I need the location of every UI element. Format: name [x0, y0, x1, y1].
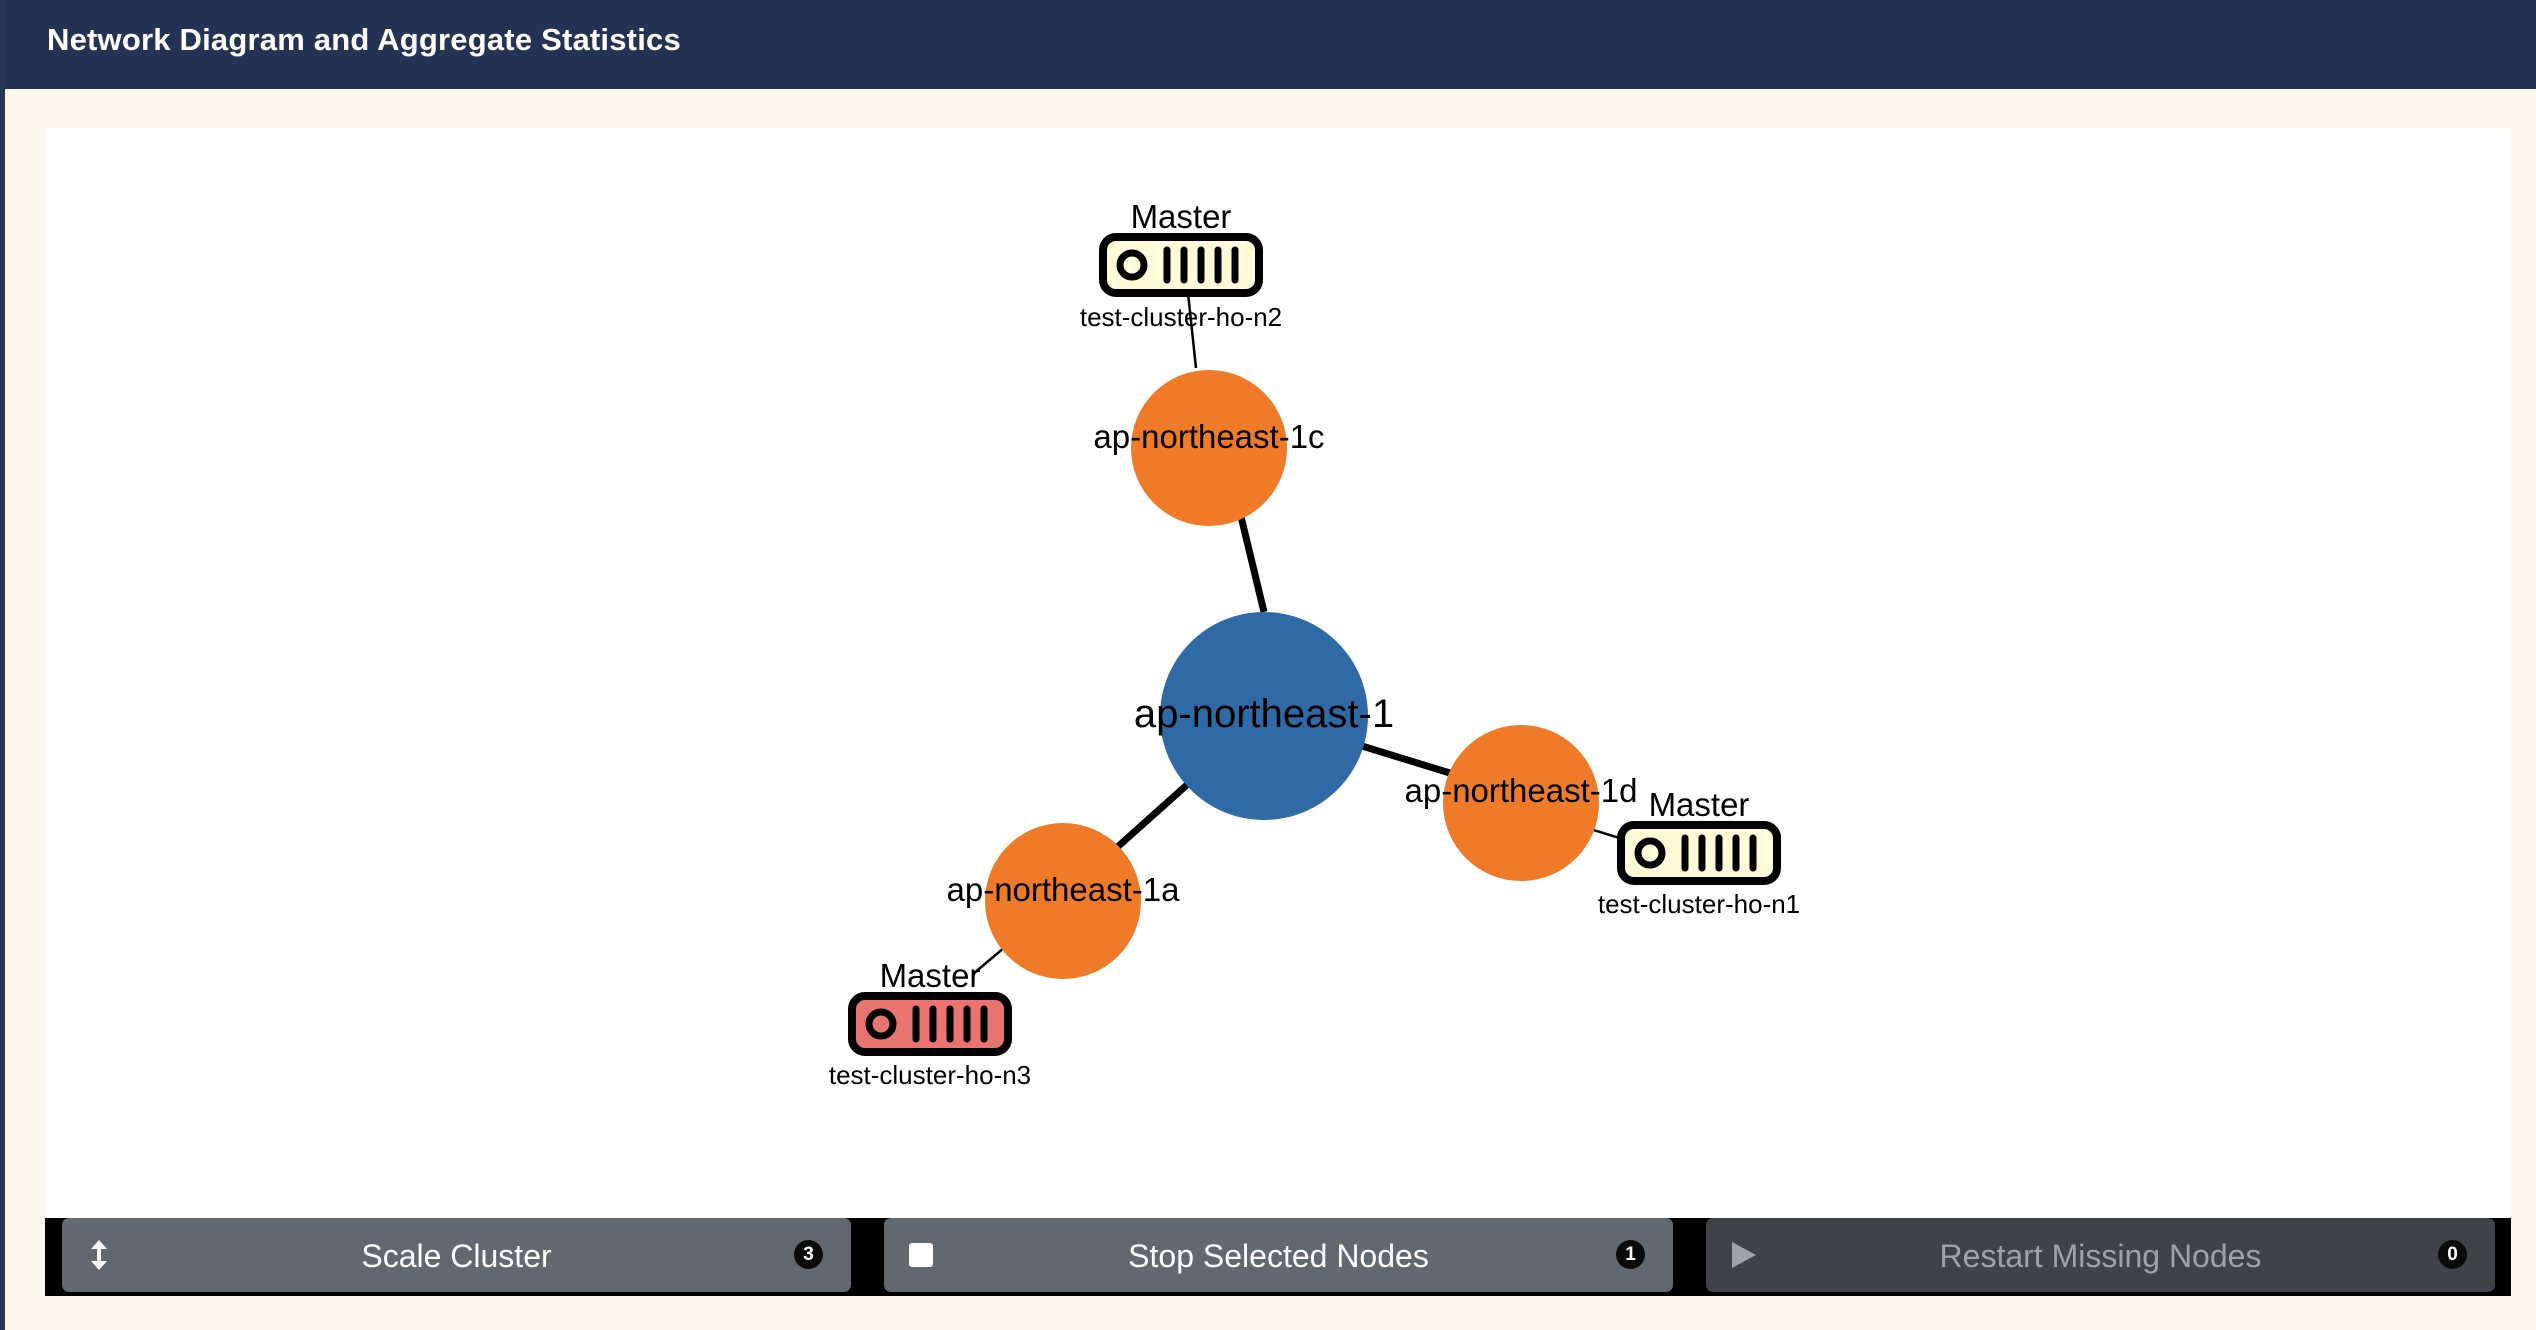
zone-label: ap-northeast-1d: [1405, 772, 1638, 809]
stop-selected-nodes-badge: 1: [1616, 1240, 1645, 1269]
server-node-n2[interactable]: Master test-cluster-ho-n2: [1080, 198, 1282, 332]
network-diagram-panel: ap-northeast-1 ap-northeast-1c ap-northe…: [45, 128, 2511, 1218]
page-header: Network Diagram and Aggregate Statistics: [5, 0, 2536, 89]
node-role-label: Master: [880, 957, 981, 994]
restart-missing-nodes-badge: 0: [2438, 1240, 2467, 1269]
node-name-label: test-cluster-ho-n1: [1598, 889, 1800, 919]
node-role-label: Master: [1131, 198, 1232, 235]
action-toolbar: Scale Cluster 3 Stop Selected Nodes 1 Re…: [45, 1218, 2511, 1296]
page-title: Network Diagram and Aggregate Statistics: [47, 22, 681, 57]
region-label: ap-northeast-1: [1134, 692, 1394, 736]
zone-label: ap-northeast-1c: [1093, 418, 1324, 455]
region-node[interactable]: ap-northeast-1: [1134, 612, 1394, 820]
scale-cluster-label: Scale Cluster: [361, 1238, 552, 1274]
scale-cluster-badge: 3: [794, 1240, 823, 1269]
zone-label: ap-northeast-1a: [947, 871, 1181, 908]
node-name-label: test-cluster-ho-n3: [829, 1060, 1031, 1090]
zone-node-1d[interactable]: ap-northeast-1d: [1405, 725, 1638, 881]
stop-selected-nodes-button[interactable]: Stop Selected Nodes 1: [884, 1218, 1673, 1292]
server-node-n3[interactable]: Master test-cluster-ho-n3: [829, 957, 1031, 1090]
zone-node-1a[interactable]: ap-northeast-1a: [947, 823, 1181, 979]
left-border: [0, 0, 5, 1330]
scale-cluster-button[interactable]: Scale Cluster 3: [62, 1218, 851, 1292]
network-diagram[interactable]: ap-northeast-1 ap-northeast-1c ap-northe…: [45, 128, 2511, 1218]
stop-selected-nodes-label: Stop Selected Nodes: [1128, 1238, 1429, 1274]
restart-missing-nodes-button[interactable]: Restart Missing Nodes 0: [1706, 1218, 2495, 1292]
restart-missing-nodes-label: Restart Missing Nodes: [1939, 1238, 2262, 1274]
node-role-label: Master: [1649, 786, 1750, 823]
node-name-label: test-cluster-ho-n2: [1080, 302, 1282, 332]
zone-node-1c[interactable]: ap-northeast-1c: [1093, 370, 1325, 526]
